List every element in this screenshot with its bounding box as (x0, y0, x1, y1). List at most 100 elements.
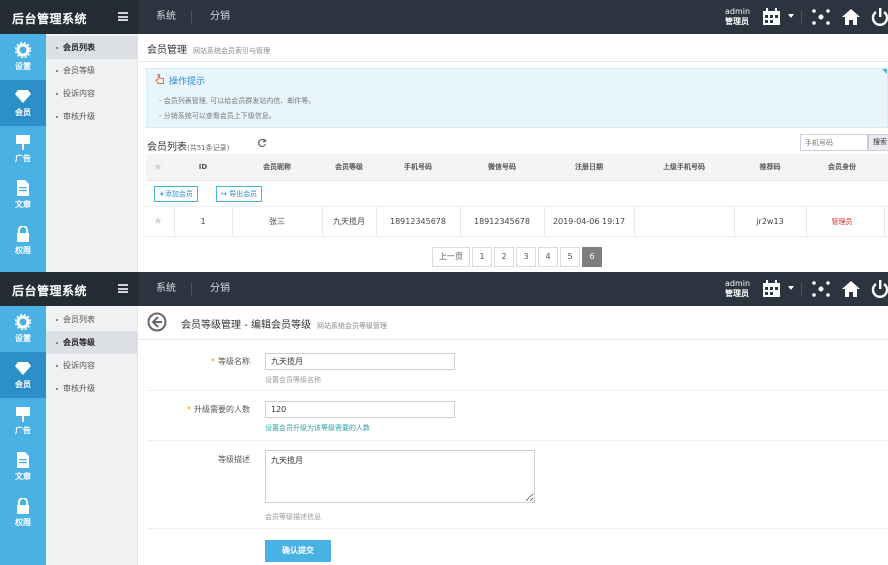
back-arrow-icon[interactable] (147, 312, 167, 332)
submenu-label: 会员列表 (63, 315, 95, 324)
submenu-item-upgrade-review[interactable]: 审核升级 (46, 105, 138, 128)
gear-icon (15, 314, 31, 330)
home-icon[interactable] (841, 280, 861, 298)
diamond-icon (15, 90, 31, 103)
add-member-button[interactable]: +添加会员 (154, 186, 198, 202)
sidebar-item-members[interactable]: 会员 (0, 352, 46, 398)
sidebar-label: 文章 (15, 200, 31, 209)
tips-box: 操作提示 - 会员列表管理, 可以给会员群发站内信、邮件等。 - 分销系统可以查… (146, 68, 888, 128)
submenu-item-member-level[interactable]: 会员等级 (46, 331, 138, 354)
sidebar-item-articles[interactable]: 文章 (0, 444, 46, 490)
tips-title-text: 操作提示 (169, 77, 206, 87)
submenu-item-complaints[interactable]: 投诉内容 (46, 354, 138, 377)
tab-system[interactable]: 系统 (144, 272, 188, 306)
level-name-input[interactable] (265, 353, 455, 370)
page-button[interactable]: 1 (472, 247, 492, 267)
user-name: admin (725, 279, 751, 288)
sidebar-item-ads[interactable]: 广告 (0, 398, 46, 444)
sidebar-item-settings[interactable]: 设置 (0, 306, 46, 352)
column-header: ID (198, 163, 208, 171)
submenu-label: 会员等级 (63, 66, 95, 75)
upgrade-count-input[interactable] (265, 401, 455, 418)
list-title-text: 会员列表 (147, 142, 187, 153)
table-row[interactable]: ★ 1 张三 九天揽月 18912345678 18912345678 2019… (146, 207, 888, 237)
nav-divider (801, 282, 802, 296)
edit-level-panel: 后台管理系统 系统 分销 admin 管理员 设置 会员 广告 文章 权限 会员… (0, 272, 888, 565)
refresh-icon[interactable] (257, 138, 267, 148)
sidebar-item-permissions[interactable]: 权限 (0, 490, 46, 536)
sidebar-item-settings[interactable]: 设置 (0, 34, 46, 80)
sub-menu: 会员列表 会员等级 投诉内容 审核升级 (46, 34, 138, 272)
cell-parent-phone (634, 207, 734, 237)
network-icon[interactable] (811, 280, 831, 298)
submenu-item-member-list[interactable]: 会员列表 (46, 308, 138, 331)
star-icon[interactable]: ★ (150, 207, 166, 237)
tips-line: - 会员列表管理, 可以给会员群发站内信、邮件等。 (159, 97, 316, 105)
page-button[interactable]: 5 (560, 247, 580, 267)
page-button[interactable]: 3 (516, 247, 536, 267)
submit-button[interactable]: 确认提交 (265, 540, 331, 562)
submenu-item-member-level[interactable]: 会员等级 (46, 59, 138, 82)
tab-distribution[interactable]: 分销 (198, 0, 242, 34)
nav-divider (801, 10, 802, 24)
star-icon: ★ (153, 162, 163, 173)
network-icon[interactable] (811, 8, 831, 26)
button-label: 添加会员 (164, 190, 193, 198)
prev-page-button[interactable]: 上一页 (432, 247, 470, 267)
submenu-label: 会员等级 (63, 338, 95, 347)
page-button[interactable]: 4 (538, 247, 558, 267)
sidebar-label: 权限 (15, 518, 31, 527)
power-icon[interactable] (870, 8, 888, 26)
page-button[interactable]: 2 (494, 247, 514, 267)
sidebar-item-permissions[interactable]: 权限 (0, 218, 46, 264)
calendar-icon[interactable] (762, 8, 782, 26)
sidebar-label: 广告 (15, 426, 31, 435)
user-info[interactable]: admin 管理员 (725, 7, 750, 27)
power-icon[interactable] (870, 280, 888, 298)
page-subtitle: 网站系统会员索引与管理 (193, 47, 270, 55)
menu-toggle-icon[interactable] (118, 12, 128, 21)
tips-title[interactable]: 操作提示 (155, 74, 205, 87)
column-header: 会员昵称 (263, 163, 291, 171)
list-title: 会员列表(共51条记录) (147, 138, 229, 153)
chevron-down-icon[interactable] (788, 14, 794, 18)
sidebar-item-ads[interactable]: 广告 (0, 126, 46, 172)
submenu-item-upgrade-review[interactable]: 审核升级 (46, 377, 138, 400)
cell-nickname: 张三 (269, 217, 285, 226)
submenu-item-member-list[interactable]: 会员列表 (46, 36, 138, 59)
divider (139, 61, 888, 62)
level-desc-hint: 会员等级描述信息 (265, 513, 321, 521)
diamond-icon (15, 362, 31, 375)
level-desc-label: 等级描述 (218, 455, 250, 464)
submenu-label: 会员列表 (63, 43, 95, 52)
top-bar: 后台管理系统 系统 分销 admin 管理员 (0, 0, 888, 34)
calendar-icon[interactable] (762, 280, 782, 298)
cell-identity: 管理员 (831, 218, 853, 226)
submenu-label: 审核升级 (63, 112, 95, 121)
gear-icon (15, 42, 31, 58)
export-member-button[interactable]: ↪ 导出会员 (216, 186, 263, 202)
page-header: 会员管理 网站系统会员索引与管理 (147, 41, 270, 56)
page-subtitle: 网站系统会员等级管理 (316, 322, 387, 330)
level-desc-textarea[interactable]: 九天揽月 (265, 450, 535, 503)
search-button[interactable]: 搜索 (868, 134, 888, 151)
top-bar: 后台管理系统 系统 分销 admin 管理员 (0, 272, 888, 306)
sidebar-label: 权限 (15, 246, 31, 255)
app-title: 后台管理系统 (12, 284, 88, 298)
menu-toggle-icon[interactable] (118, 284, 128, 293)
sidebar-item-articles[interactable]: 文章 (0, 172, 46, 218)
member-list-panel: 后台管理系统 系统 分销 admin 管理员 设置 会员 广告 文章 权限 会员… (0, 0, 888, 272)
current-page-button[interactable]: 6 (582, 247, 602, 267)
icon-sidebar: 设置 会员 广告 文章 权限 (0, 306, 46, 565)
sidebar-item-members[interactable]: 会员 (0, 80, 46, 126)
submenu-item-complaints[interactable]: 投诉内容 (46, 82, 138, 105)
column-header: 上级手机号码 (663, 163, 705, 171)
tab-system[interactable]: 系统 (144, 0, 188, 34)
user-info[interactable]: admin 管理员 (725, 279, 750, 299)
chevron-down-icon[interactable] (788, 286, 794, 290)
phone-search-input[interactable] (800, 134, 868, 151)
home-icon[interactable] (841, 8, 861, 26)
tab-distribution[interactable]: 分销 (198, 272, 242, 306)
document-icon (17, 180, 29, 196)
main-content: 会员等级管理 - 编辑会员等级网站系统会员等级管理 *等级名称 设置会员等级名称… (139, 306, 888, 565)
